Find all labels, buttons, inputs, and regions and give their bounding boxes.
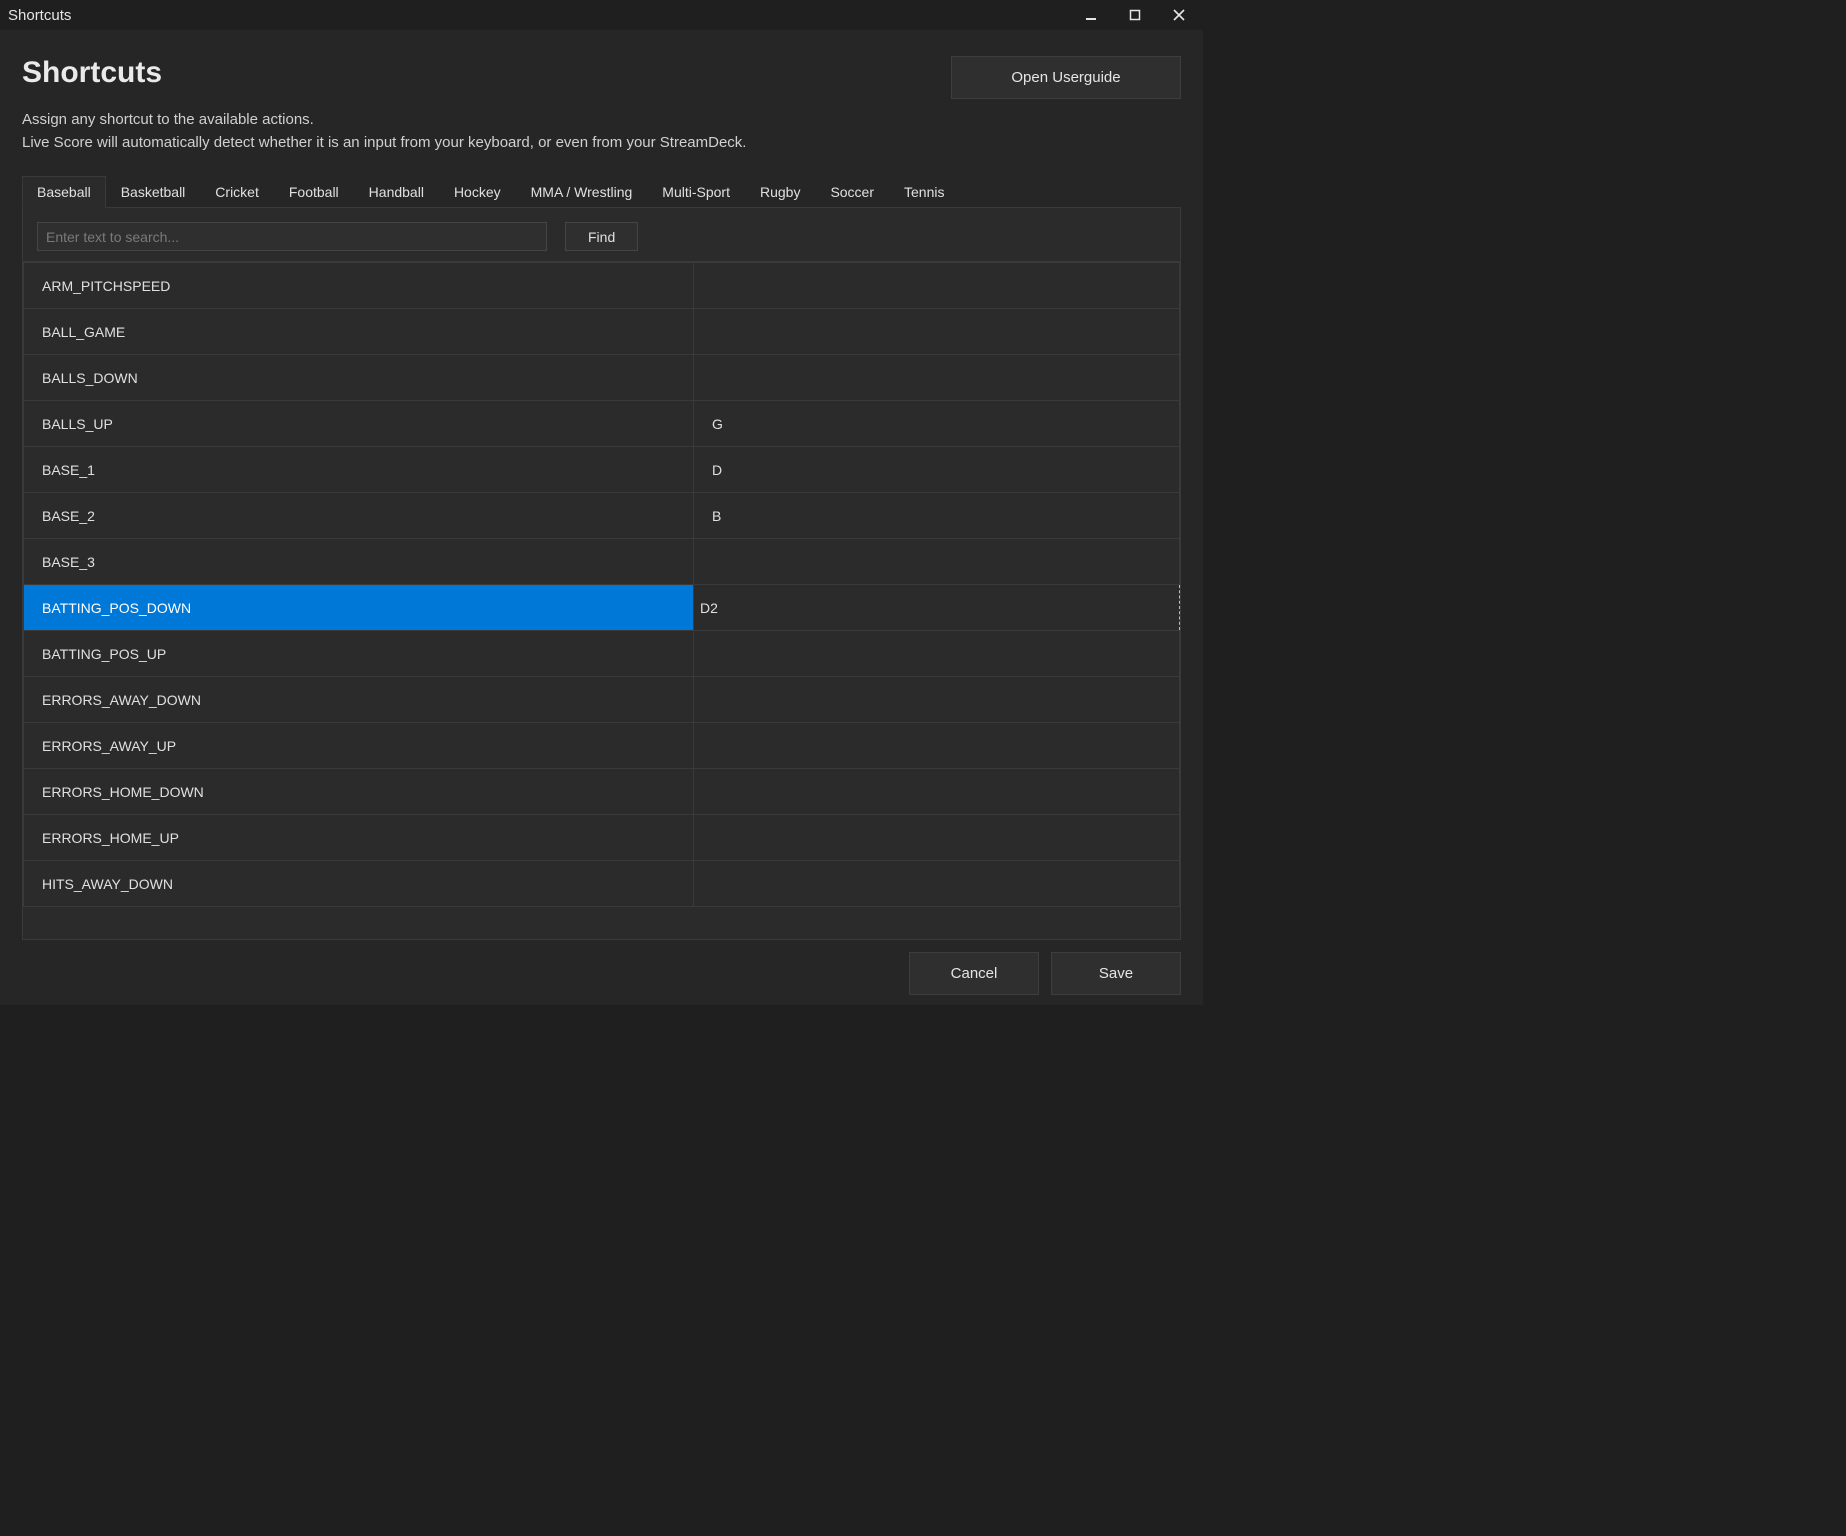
find-button[interactable]: Find	[565, 222, 638, 251]
table-row[interactable]: BALLS_DOWN	[24, 355, 1180, 401]
shortcut-cell[interactable]: B	[694, 493, 1180, 539]
shortcut-cell[interactable]	[694, 309, 1180, 355]
search-row: Find	[23, 222, 1180, 261]
subtitle-line1: Assign any shortcut to the available act…	[22, 111, 314, 128]
tab-cricket[interactable]: Cricket	[200, 176, 274, 207]
search-input[interactable]	[37, 222, 547, 251]
action-cell[interactable]: BASE_3	[24, 539, 694, 585]
shortcut-cell[interactable]	[694, 769, 1180, 815]
shortcut-cell[interactable]	[694, 631, 1180, 677]
shortcut-cell[interactable]: D2	[694, 585, 1180, 631]
shortcut-cell[interactable]	[694, 539, 1180, 585]
action-cell[interactable]: BATTING_POS_UP	[24, 631, 694, 677]
action-cell[interactable]: ERRORS_HOME_UP	[24, 815, 694, 861]
tab-baseball[interactable]: Baseball	[22, 176, 106, 208]
table-row[interactable]: BASE_2B	[24, 493, 1180, 539]
table-row[interactable]: ERRORS_AWAY_UP	[24, 723, 1180, 769]
table-row[interactable]: BASE_1D	[24, 447, 1180, 493]
action-cell[interactable]: ERRORS_HOME_DOWN	[24, 769, 694, 815]
action-cell[interactable]: BALLS_UP	[24, 401, 694, 447]
subtitle-line2: Live Score will automatically detect whe…	[22, 134, 746, 151]
shortcut-cell[interactable]: G	[694, 401, 1180, 447]
shortcut-cell[interactable]	[694, 677, 1180, 723]
table-row[interactable]: ARM_PITCHSPEED	[24, 263, 1180, 309]
tab-handball[interactable]: Handball	[354, 176, 439, 207]
open-userguide-button[interactable]: Open Userguide	[951, 56, 1181, 99]
tab-tennis[interactable]: Tennis	[889, 176, 959, 207]
dialog-footer: Cancel Save	[22, 940, 1181, 995]
content-area: Shortcuts Open Userguide Assign any shor…	[0, 30, 1203, 1005]
shortcut-cell[interactable]	[694, 861, 1180, 907]
window-controls	[1069, 0, 1201, 30]
shortcut-cell[interactable]: D	[694, 447, 1180, 493]
action-cell[interactable]: BATTING_POS_DOWN	[24, 585, 694, 631]
shortcut-table: ARM_PITCHSPEEDBALL_GAMEBALLS_DOWNBALLS_U…	[23, 262, 1180, 907]
action-cell[interactable]: HITS_AWAY_DOWN	[24, 861, 694, 907]
tab-panel: Find ARM_PITCHSPEEDBALL_GAMEBALLS_DOWNBA…	[22, 208, 1181, 940]
titlebar: Shortcuts	[0, 0, 1203, 30]
tab-mma-wrestling[interactable]: MMA / Wrestling	[516, 176, 648, 207]
table-row[interactable]: ERRORS_AWAY_DOWN	[24, 677, 1180, 723]
action-cell[interactable]: ERRORS_AWAY_DOWN	[24, 677, 694, 723]
maximize-button[interactable]	[1113, 0, 1157, 30]
shortcut-cell[interactable]	[694, 815, 1180, 861]
tab-hockey[interactable]: Hockey	[439, 176, 516, 207]
close-icon	[1173, 9, 1185, 21]
save-button[interactable]: Save	[1051, 952, 1181, 995]
minimize-icon	[1085, 9, 1097, 21]
page-title: Shortcuts	[22, 56, 162, 90]
action-cell[interactable]: BALLS_DOWN	[24, 355, 694, 401]
tab-rugby[interactable]: Rugby	[745, 176, 815, 207]
table-row[interactable]: BASE_3	[24, 539, 1180, 585]
window-title: Shortcuts	[8, 7, 71, 24]
action-cell[interactable]: ERRORS_AWAY_UP	[24, 723, 694, 769]
shortcut-cell[interactable]	[694, 263, 1180, 309]
action-cell[interactable]: BALL_GAME	[24, 309, 694, 355]
close-button[interactable]	[1157, 0, 1201, 30]
page-subtitle: Assign any shortcut to the available act…	[22, 109, 1181, 154]
table-row[interactable]: ERRORS_HOME_UP	[24, 815, 1180, 861]
tab-soccer[interactable]: Soccer	[815, 176, 889, 207]
shortcut-table-scroll[interactable]: ARM_PITCHSPEEDBALL_GAMEBALLS_DOWNBALLS_U…	[23, 262, 1180, 939]
header-row: Shortcuts Open Userguide	[22, 56, 1181, 99]
table-row[interactable]: BALL_GAME	[24, 309, 1180, 355]
shortcut-table-wrap: ARM_PITCHSPEEDBALL_GAMEBALLS_DOWNBALLS_U…	[23, 261, 1180, 939]
shortcut-cell[interactable]	[694, 723, 1180, 769]
table-row[interactable]: HITS_AWAY_DOWN	[24, 861, 1180, 907]
cancel-button[interactable]: Cancel	[909, 952, 1039, 995]
minimize-button[interactable]	[1069, 0, 1113, 30]
tab-basketball[interactable]: Basketball	[106, 176, 201, 207]
action-cell[interactable]: ARM_PITCHSPEED	[24, 263, 694, 309]
shortcuts-window: Shortcuts Shortcuts Open Userguide Assig…	[0, 0, 1203, 1005]
tab-football[interactable]: Football	[274, 176, 354, 207]
action-cell[interactable]: BASE_1	[24, 447, 694, 493]
tab-multi-sport[interactable]: Multi-Sport	[647, 176, 745, 207]
shortcut-cell[interactable]	[694, 355, 1180, 401]
tabs-bar: BaseballBasketballCricketFootballHandbal…	[22, 176, 1181, 208]
action-cell[interactable]: BASE_2	[24, 493, 694, 539]
table-row[interactable]: ERRORS_HOME_DOWN	[24, 769, 1180, 815]
table-row[interactable]: BALLS_UPG	[24, 401, 1180, 447]
table-row[interactable]: BATTING_POS_DOWND2	[24, 585, 1180, 631]
maximize-icon	[1129, 9, 1141, 21]
table-row[interactable]: BATTING_POS_UP	[24, 631, 1180, 677]
